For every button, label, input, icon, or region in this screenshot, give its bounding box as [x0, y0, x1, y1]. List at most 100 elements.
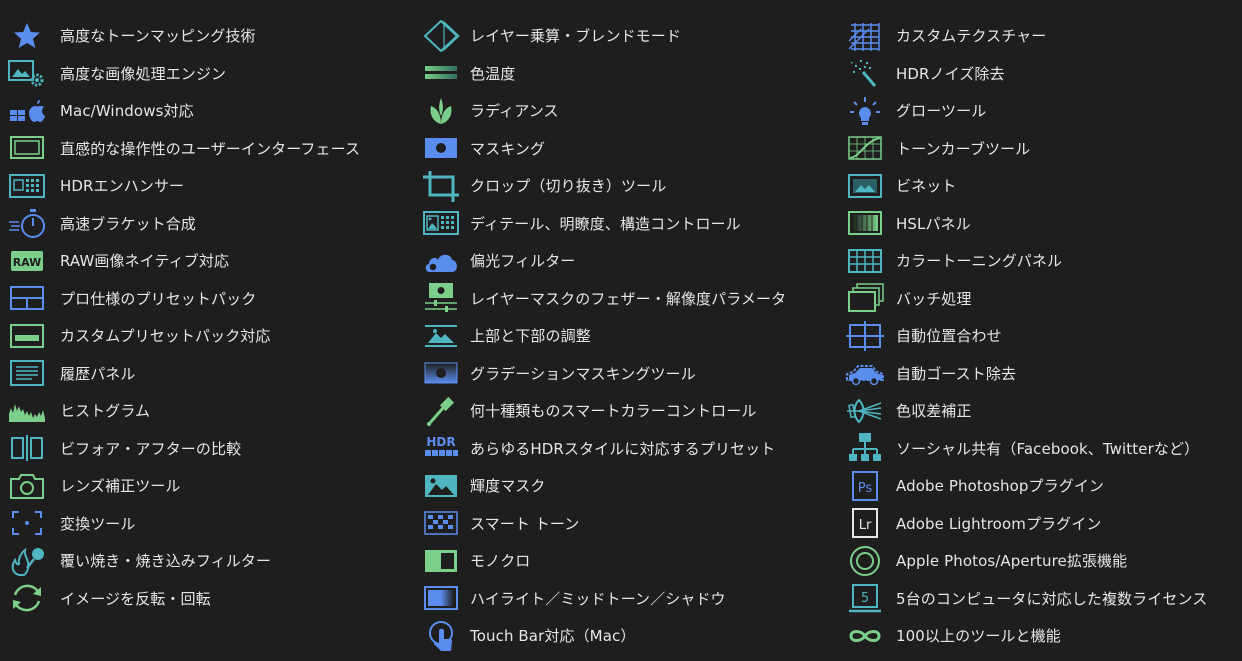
- feature-item: カラートーニングパネル: [838, 242, 1242, 280]
- history-icon: [0, 355, 54, 392]
- feature-label: スマート トーン: [470, 514, 580, 533]
- feature-item: カスタムテクスチャー: [838, 17, 1242, 55]
- star-icon: [0, 17, 54, 54]
- feature-item: カスタムプリセットパック対応: [0, 317, 410, 355]
- feature-label: バッチ処理: [896, 289, 972, 308]
- mono-icon: [414, 542, 468, 579]
- license-icon: 5: [838, 580, 892, 617]
- feature-item: レイヤーマスクのフェザー・解像度パラメータ: [414, 280, 834, 318]
- feature-label: HDRエンハンサー: [60, 177, 185, 196]
- feature-label: トーンカーブツール: [896, 139, 1031, 158]
- photoshop-badge: Ps: [858, 481, 873, 496]
- detail-icon: [414, 205, 468, 242]
- custom-preset-icon: [0, 317, 54, 354]
- feature-item: 色収差補正: [838, 392, 1242, 430]
- feature-item: Touch Bar対応（Mac）: [414, 617, 834, 655]
- feature-label: 色温度: [470, 64, 516, 83]
- feature-item: ビフォア・アフターの比較: [0, 430, 410, 468]
- svg-text:HDR: HDR: [426, 435, 455, 449]
- feature-label: カスタムプリセットパック対応: [60, 327, 271, 346]
- color-toning-icon: [838, 242, 892, 279]
- feature-item: ビネット: [838, 167, 1242, 205]
- feature-label: 高度なトーンマッピング技術: [60, 27, 256, 46]
- gradient-mask-icon: [414, 355, 468, 392]
- dodge-burn-icon: [0, 542, 54, 579]
- feature-item: Lr Adobe Lightroomプラグイン: [838, 505, 1242, 543]
- lens-icon: [838, 392, 892, 429]
- feature-item: 100以上のツールと機能: [838, 617, 1242, 655]
- camera-icon: [0, 467, 54, 504]
- feature-item: レンズ補正ツール: [0, 467, 410, 505]
- feature-item: 自動ゴースト除去: [838, 355, 1242, 393]
- feature-item: 偏光フィルター: [414, 242, 834, 280]
- image-gear-icon: [0, 55, 54, 92]
- leaf-icon: [414, 92, 468, 129]
- feature-item: グラデーションマスキングツール: [414, 355, 834, 393]
- feature-item: ヒストグラム: [0, 392, 410, 430]
- feature-label: 100以上のツールと機能: [896, 627, 1061, 646]
- feature-item: Apple Photos/Aperture拡張機能: [838, 542, 1242, 580]
- photos-icon: [838, 542, 892, 579]
- curve-icon: [838, 130, 892, 167]
- svg-text:RAW: RAW: [13, 256, 42, 269]
- bulb-icon: [838, 92, 892, 129]
- feature-item: ディテール、明瞭度、構造コントロール: [414, 205, 834, 243]
- transform-icon: [0, 505, 54, 542]
- feature-item: HDR あらゆるHDRスタイルに対応するプリセット: [414, 430, 834, 468]
- feature-item: プロ仕様のプリセットパック: [0, 280, 410, 318]
- rotate-icon: [0, 580, 54, 617]
- feature-item: 高度な画像処理エンジン: [0, 55, 410, 93]
- feature-item: イメージを反転・回転: [0, 580, 410, 618]
- before-after-icon: [0, 430, 54, 467]
- feature-label: 直感的な操作性のユーザーインターフェース: [60, 139, 361, 158]
- feature-label: 自動ゴースト除去: [896, 364, 1017, 383]
- car-icon: [838, 355, 892, 392]
- feature-item: 高度なトーンマッピング技術: [0, 17, 410, 55]
- feature-label: HDRノイズ除去: [896, 64, 1005, 83]
- feature-item: HDRエンハンサー: [0, 167, 410, 205]
- eyedropper-icon: [414, 392, 468, 429]
- feature-label: グラデーションマスキングツール: [470, 364, 696, 383]
- feature-label: イメージを反転・回転: [60, 589, 211, 608]
- feature-label: 偏光フィルター: [470, 252, 576, 271]
- stopwatch-icon: [0, 205, 54, 242]
- feature-item: 何十種類ものスマートカラーコントロール: [414, 392, 834, 430]
- feature-label: 変換ツール: [60, 514, 136, 533]
- raw-icon: RAW: [0, 242, 54, 279]
- feature-label: 覆い焼き・焼き込みフィルター: [60, 552, 272, 571]
- feature-item: 高速ブラケット合成: [0, 205, 410, 243]
- feature-label: 高速ブラケット合成: [60, 214, 196, 233]
- feature-item: 直感的な操作性のユーザーインターフェース: [0, 130, 410, 168]
- lightroom-badge: Lr: [859, 518, 872, 533]
- feature-item: 5 5台のコンピュータに対応した複数ライセンス: [838, 580, 1242, 618]
- feature-label: マスキング: [470, 139, 546, 158]
- feature-item: バッチ処理: [838, 280, 1242, 318]
- features-grid: 高度なトーンマッピング技術 高度な画像処理エンジン Mac/Windows対応 …: [0, 0, 1242, 661]
- feature-item: ソーシャル共有（Facebook、Twitterなど）: [838, 430, 1242, 468]
- feature-label: グローツール: [896, 102, 987, 121]
- feature-item: Mac/Windows対応: [0, 92, 410, 130]
- feature-label: 輝度マスク: [470, 477, 546, 496]
- feature-item: HDRノイズ除去: [838, 55, 1242, 93]
- feature-item: RAW RAW画像ネイティブ対応: [0, 242, 410, 280]
- feature-label: レイヤーマスクのフェザー・解像度パラメータ: [470, 289, 787, 308]
- feature-item: HSLパネル: [838, 205, 1242, 243]
- hdr-enhancer-icon: [0, 167, 54, 204]
- share-icon: [838, 430, 892, 467]
- feature-item: 履歴パネル: [0, 355, 410, 393]
- feature-label: 5台のコンピュータに対応した複数ライセンス: [896, 589, 1208, 608]
- feather-icon: [414, 280, 468, 317]
- feature-label: プロ仕様のプリセットパック: [60, 289, 257, 308]
- feature-label: RAW画像ネイティブ対応: [60, 252, 230, 271]
- feature-label: 上部と下部の調整: [470, 327, 591, 346]
- feature-label: Mac/Windows対応: [60, 102, 194, 121]
- feature-label: カラートーニングパネル: [896, 252, 1063, 271]
- feature-label: レンズ補正ツール: [60, 477, 181, 496]
- vignette-icon: [838, 167, 892, 204]
- feature-item: 上部と下部の調整: [414, 317, 834, 355]
- feature-label: 何十種類ものスマートカラーコントロール: [470, 402, 757, 421]
- feature-label: Adobe Photoshopプラグイン: [896, 477, 1105, 496]
- feature-item: 色温度: [414, 55, 834, 93]
- batch-icon: [838, 280, 892, 317]
- feature-label: ディテール、明瞭度、構造コントロール: [470, 214, 741, 233]
